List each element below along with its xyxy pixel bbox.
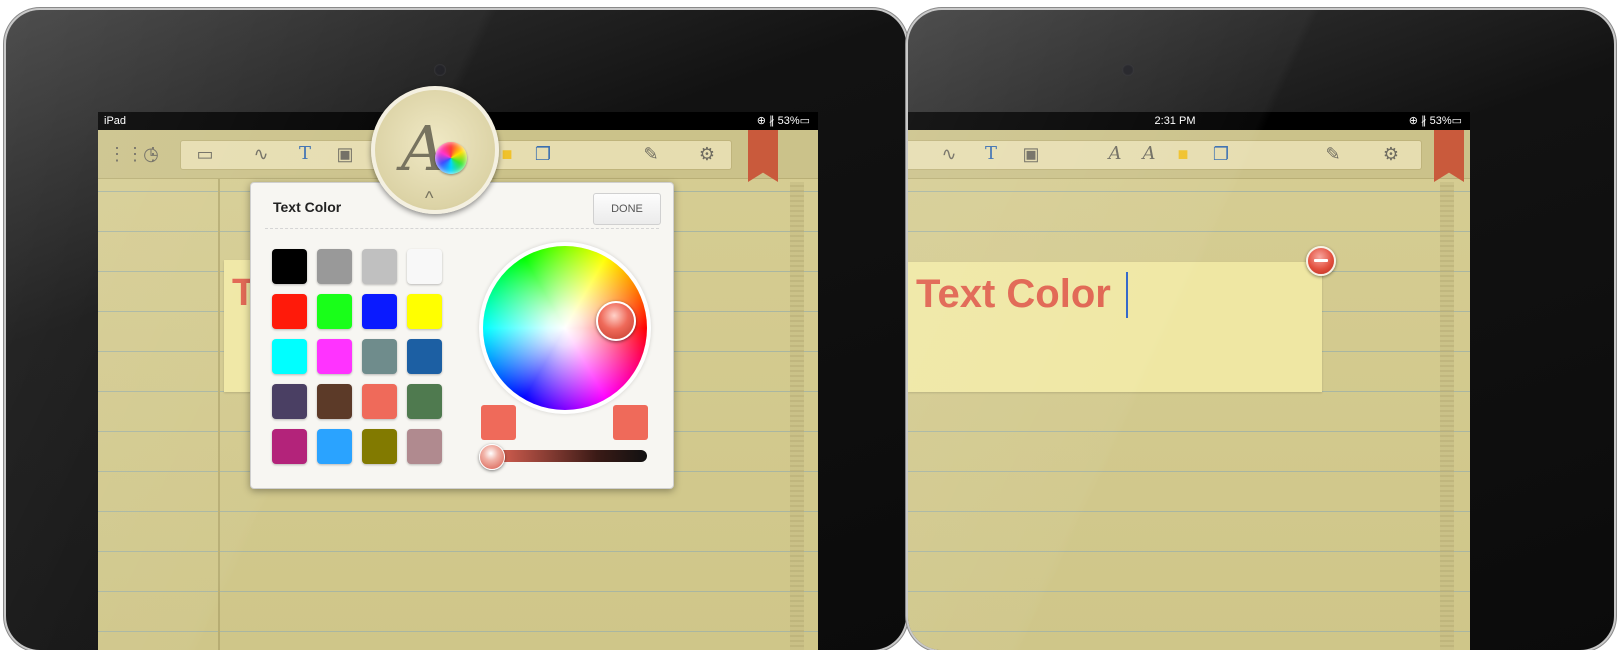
color-swatch[interactable]	[407, 384, 442, 419]
page-scroll-indicator[interactable]	[790, 182, 804, 650]
ipad-right: 2:31 PM ⊕ ∦ 53%▭ ▭ ∿ T ▣ A A ■ ❐ ✎ ⚙ Tex…	[908, 10, 1614, 650]
brightness-slider-knob[interactable]	[479, 444, 505, 470]
sticky-note-icon[interactable]: ■	[496, 142, 518, 166]
right-screen: 2:31 PM ⊕ ∦ 53%▭ ▭ ∿ T ▣ A A ■ ❐ ✎ ⚙ Tex…	[908, 112, 1470, 650]
color-swatch[interactable]	[407, 294, 442, 329]
color-swatch[interactable]	[272, 339, 307, 374]
delete-note-button[interactable]	[1306, 246, 1336, 276]
color-swatch[interactable]	[317, 294, 352, 329]
popover-arrow-icon: ^	[425, 188, 434, 208]
font-size-icon[interactable]: A	[1104, 142, 1126, 166]
color-swatch[interactable]	[272, 429, 307, 464]
front-camera	[434, 64, 446, 76]
battery-status: ⊕ ∦ 53%▭	[756, 115, 810, 127]
text-color-icon[interactable]: A	[1138, 142, 1160, 166]
color-swatch[interactable]	[317, 384, 352, 419]
popover-title: Text Color	[273, 199, 342, 215]
popover-divider	[265, 228, 659, 229]
pen-icon[interactable]: ∿	[250, 142, 272, 166]
color-swatch[interactable]	[272, 294, 307, 329]
text-icon[interactable]: T	[980, 142, 1002, 166]
gear-icon[interactable]: ⚙	[1380, 142, 1402, 166]
color-swatch[interactable]	[362, 294, 397, 329]
pen-icon[interactable]: ∿	[938, 142, 960, 166]
color-swatch[interactable]	[362, 249, 397, 284]
color-swatch[interactable]	[362, 429, 397, 464]
done-button[interactable]: DONE	[593, 193, 661, 225]
text-color-popover: Text Color DONE	[250, 182, 674, 489]
toolbar: ▭ ∿ T ▣ A A ■ ❐ ✎ ⚙	[908, 130, 1470, 182]
status-bar: 2:31 PM ⊕ ∦ 53%▭	[908, 112, 1470, 130]
color-swatch[interactable]	[407, 429, 442, 464]
text-icon[interactable]: T	[294, 142, 316, 166]
image-icon[interactable]: ▣	[334, 142, 356, 166]
selected-color-preview-right	[613, 405, 648, 440]
clock-label: 2:31 PM	[1154, 115, 1196, 127]
color-swatch[interactable]	[362, 384, 397, 419]
battery-status: ⊕ ∦ 53%▭	[1408, 115, 1462, 127]
bookmark-icon[interactable]	[1434, 130, 1464, 182]
color-swatch[interactable]	[362, 339, 397, 374]
color-swatch[interactable]	[317, 429, 352, 464]
layers-icon[interactable]: ❐	[532, 142, 554, 166]
color-orb-icon	[435, 142, 467, 174]
bookmark-icon[interactable]	[748, 130, 778, 182]
front-camera	[1122, 64, 1134, 76]
color-swatch[interactable]	[407, 339, 442, 374]
sticky-note-icon[interactable]: ■	[1172, 142, 1194, 166]
keyboard-icon[interactable]: ▭	[194, 142, 216, 166]
color-wheel-knob[interactable]	[596, 301, 636, 341]
brightness-slider[interactable]	[481, 450, 647, 462]
edit-icon[interactable]: ✎	[640, 142, 662, 166]
sticky-note-text[interactable]: Text Color	[916, 272, 1111, 317]
carrier-label: iPad	[104, 115, 127, 127]
gear-icon[interactable]: ⚙	[696, 142, 718, 166]
layers-icon[interactable]: ❐	[1210, 142, 1232, 166]
color-swatch[interactable]	[317, 249, 352, 284]
text-cursor	[1126, 272, 1128, 318]
edit-icon[interactable]: ✎	[1322, 142, 1344, 166]
color-swatch[interactable]	[272, 384, 307, 419]
text-color-magnifier: A ^	[371, 86, 499, 214]
image-icon[interactable]: ▣	[1020, 142, 1042, 166]
color-swatch[interactable]	[272, 249, 307, 284]
page-scroll-indicator[interactable]	[1440, 182, 1454, 650]
margin-line	[218, 130, 220, 650]
color-swatch[interactable]	[407, 249, 442, 284]
clock-icon[interactable]: ◷	[140, 142, 162, 166]
color-swatch[interactable]	[317, 339, 352, 374]
sticky-note[interactable]: Text Color	[908, 262, 1322, 392]
selected-color-preview-left	[481, 405, 516, 440]
